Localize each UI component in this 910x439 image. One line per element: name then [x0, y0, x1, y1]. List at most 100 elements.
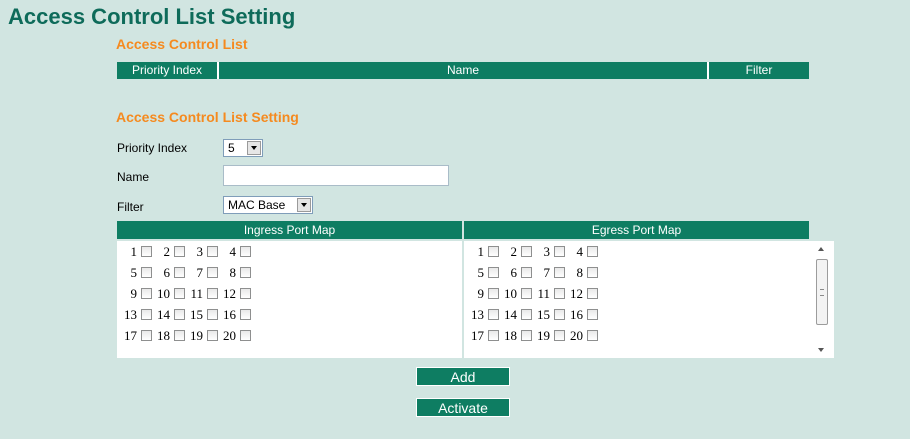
port-checkbox[interactable] [488, 309, 499, 320]
port-checkbox[interactable] [240, 267, 251, 278]
add-button[interactable]: Add [416, 367, 510, 386]
port-checkbox[interactable] [207, 288, 218, 299]
port-checkbox[interactable] [174, 309, 185, 320]
priority-index-value: 5 [228, 141, 235, 155]
port-number: 10 [504, 285, 517, 301]
port-checkbox[interactable] [240, 330, 251, 341]
port-checkbox[interactable] [521, 309, 532, 320]
name-label: Name [117, 170, 150, 184]
port-number: 12 [570, 285, 583, 301]
ingress-port-map-header: Ingress Port Map [117, 221, 462, 239]
activate-button[interactable]: Activate [416, 398, 510, 417]
port-checkbox[interactable] [207, 246, 218, 257]
port-checkbox[interactable] [554, 309, 565, 320]
egress-port: 16 [569, 307, 598, 323]
port-number: 19 [537, 327, 550, 343]
port-checkbox[interactable] [488, 246, 499, 257]
port-row: 1 2 3 4 [117, 241, 462, 262]
ingress-port: 2 [156, 244, 185, 260]
port-checkbox[interactable] [554, 267, 565, 278]
egress-port: 13 [470, 307, 499, 323]
acl-table-header: Priority Index Name Filter [117, 62, 809, 79]
port-checkbox[interactable] [587, 288, 598, 299]
ingress-port: 4 [222, 244, 251, 260]
priority-index-select[interactable]: 5 [223, 139, 263, 157]
ingress-port: 10 [156, 286, 185, 302]
column-name: Name [219, 62, 709, 79]
port-checkbox[interactable] [587, 309, 598, 320]
ingress-port: 19 [189, 328, 218, 344]
port-checkbox[interactable] [554, 246, 565, 257]
port-number: 7 [543, 264, 551, 280]
chevron-down-icon[interactable] [247, 141, 261, 155]
port-checkbox[interactable] [488, 330, 499, 341]
egress-port: 8 [569, 265, 598, 281]
port-checkbox[interactable] [587, 330, 598, 341]
port-number: 14 [157, 306, 170, 322]
port-checkbox[interactable] [488, 288, 499, 299]
port-checkbox[interactable] [141, 330, 152, 341]
egress-port: 2 [503, 244, 532, 260]
egress-port: 1 [470, 244, 499, 260]
port-checkbox[interactable] [521, 288, 532, 299]
port-checkbox[interactable] [207, 267, 218, 278]
port-checkbox[interactable] [174, 288, 185, 299]
scroll-up-icon[interactable] [818, 247, 824, 251]
port-checkbox[interactable] [141, 246, 152, 257]
port-number: 9 [130, 285, 138, 301]
page-title: Access Control List Setting [8, 4, 296, 29]
ingress-port: 12 [222, 286, 251, 302]
port-checkbox[interactable] [240, 309, 251, 320]
filter-select[interactable]: MAC Base [223, 196, 313, 214]
name-input[interactable] [223, 165, 449, 186]
filter-value: MAC Base [228, 198, 286, 212]
acl-setting-title: Access Control List Setting [116, 109, 299, 125]
port-number: 11 [537, 285, 550, 301]
ingress-port: 15 [189, 307, 218, 323]
port-checkbox[interactable] [488, 267, 499, 278]
priority-index-label: Priority Index [117, 141, 188, 155]
port-checkbox[interactable] [207, 309, 218, 320]
port-row: 1 2 3 4 [464, 241, 810, 262]
column-filter: Filter [745, 63, 773, 77]
ingress-port: 5 [123, 265, 152, 281]
port-number: 3 [196, 243, 204, 259]
port-number: 13 [471, 306, 484, 322]
port-checkbox[interactable] [554, 288, 565, 299]
port-checkbox[interactable] [554, 330, 565, 341]
port-checkbox[interactable] [240, 246, 251, 257]
egress-port: 4 [569, 244, 598, 260]
column-priority-index: Priority Index [117, 62, 219, 79]
port-checkbox[interactable] [587, 246, 598, 257]
port-checkbox[interactable] [174, 267, 185, 278]
egress-port: 9 [470, 286, 499, 302]
port-checkbox[interactable] [174, 330, 185, 341]
port-checkbox[interactable] [174, 246, 185, 257]
port-checkbox[interactable] [521, 330, 532, 341]
port-number: 18 [504, 327, 517, 343]
port-number: 4 [229, 243, 237, 259]
scroll-down-icon[interactable] [818, 348, 824, 352]
port-number: 1 [130, 243, 138, 259]
port-map-scrollbar[interactable] [810, 241, 834, 358]
chevron-down-icon[interactable] [297, 198, 311, 212]
port-checkbox[interactable] [240, 288, 251, 299]
port-checkbox[interactable] [521, 267, 532, 278]
egress-port-panel: 1 2 3 4 5 6 7 8 9 10 11 12 13 14 15 16 17 18 19 20 [464, 241, 810, 358]
scroll-thumb[interactable] [816, 259, 828, 325]
port-checkbox[interactable] [141, 288, 152, 299]
port-number: 10 [157, 285, 170, 301]
egress-port: 6 [503, 265, 532, 281]
port-checkbox[interactable] [141, 309, 152, 320]
port-checkbox[interactable] [141, 267, 152, 278]
port-row: 17 18 19 20 [464, 325, 810, 346]
port-number: 1 [477, 243, 485, 259]
port-number: 2 [510, 243, 518, 259]
ingress-port: 16 [222, 307, 251, 323]
port-checkbox[interactable] [521, 246, 532, 257]
ingress-port: 1 [123, 244, 152, 260]
port-row: 9 10 11 12 [464, 283, 810, 304]
port-checkbox[interactable] [587, 267, 598, 278]
egress-port: 14 [503, 307, 532, 323]
port-checkbox[interactable] [207, 330, 218, 341]
